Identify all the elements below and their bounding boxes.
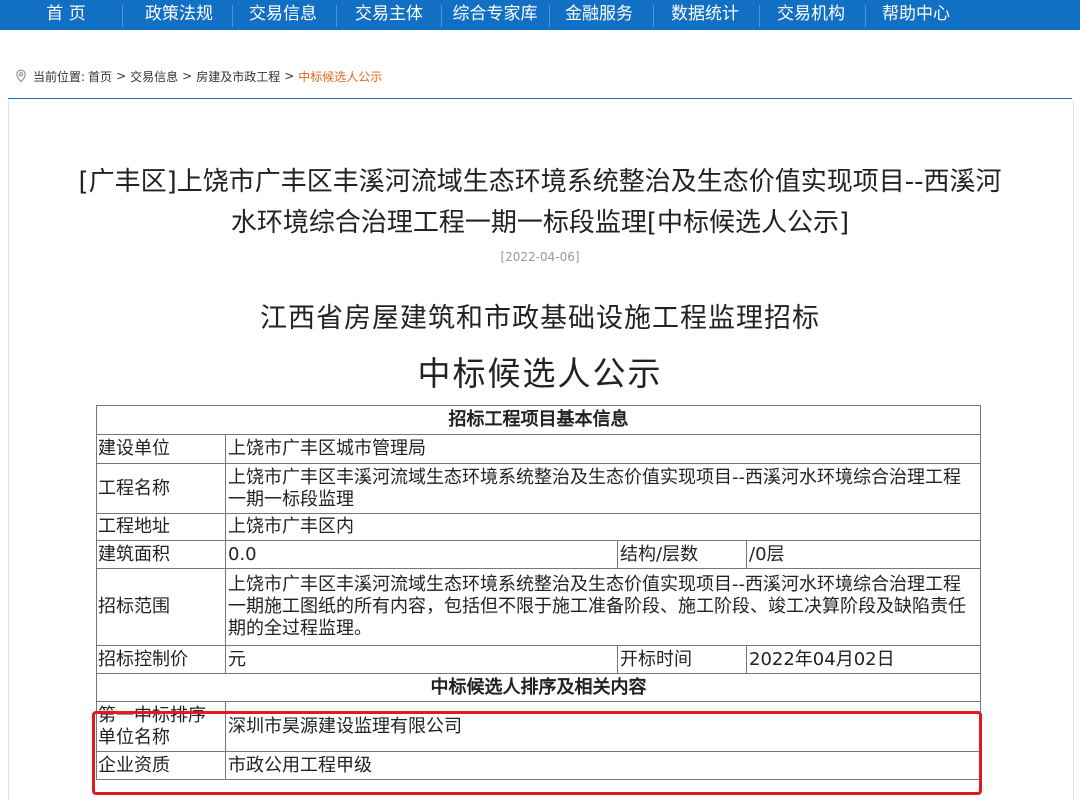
nav-item-trade-info[interactable]: 交易信息 — [240, 0, 326, 30]
nav-item-trade-subject[interactable]: 交易主体 — [346, 0, 432, 30]
breadcrumb: 当前位置: 首页 > 交易信息 > 房建及市政工程 > 中标候选人公示 — [14, 67, 382, 85]
breadcrumb-link-home[interactable]: 首页 — [88, 68, 112, 85]
breadcrumb-prefix: 当前位置: — [33, 69, 86, 84]
notice-heading: 江西省房屋建筑和市政基础设施工程监理招标 — [260, 303, 820, 334]
nav-divider — [759, 5, 760, 27]
table-row: 第一中标排序单位名称 深圳市昊源建设监理有限公司 — [96, 701, 981, 752]
breadcrumb-separator: > — [284, 69, 295, 83]
build-unit-label: 建设单位 — [96, 434, 226, 464]
control-price-label: 招标控制价 — [96, 645, 226, 674]
breadcrumb-link-trade-info[interactable]: 交易信息 — [130, 68, 178, 85]
nav-item-institution[interactable]: 交易机构 — [768, 0, 854, 30]
first-candidate-label: 第一中标排序单位名称 — [96, 701, 226, 752]
building-area-label: 建筑面积 — [96, 540, 226, 569]
control-price-value: 元 — [225, 645, 618, 674]
breadcrumb-separator: > — [182, 69, 193, 83]
section-title-basic-info: 招标工程项目基本信息 — [96, 405, 981, 435]
project-name-value: 上饶市广丰区丰溪河流域生态环境系统整治及生态价值实现项目--西溪河水环境综合治理… — [225, 463, 981, 514]
table-row: 中标候选人排序及相关内容 — [96, 673, 981, 702]
project-info-table: 招标工程项目基本信息 建设单位 上饶市广丰区城市管理局 工程名称 上饶市广丰区丰… — [96, 405, 981, 780]
article-title-line1: [广丰区]上饶市广丰区丰溪河流域生态环境系统整治及生态价值实现项目--西溪河 — [78, 167, 1002, 197]
nav-item-help[interactable]: 帮助中心 — [873, 0, 959, 30]
bid-open-time-value: 2022年04月02日 — [746, 645, 981, 674]
table-row: 建筑面积 0.0 结构/层数 /0层 — [96, 540, 981, 569]
top-nav: 首 页 政策法规 交易信息 交易主体 综合专家库 金融服务 数据统计 交易机构 … — [0, 0, 1080, 30]
qualification-label: 企业资质 — [96, 751, 226, 780]
structure-value: /0层 — [746, 540, 981, 569]
project-address-value: 上饶市广丰区内 — [225, 513, 981, 541]
table-row: 招标工程项目基本信息 — [96, 405, 981, 435]
nav-item-finance[interactable]: 金融服务 — [556, 0, 642, 30]
nav-divider — [232, 5, 233, 27]
breadcrumb-link-construction[interactable]: 房建及市政工程 — [196, 68, 280, 85]
table-row: 工程名称 上饶市广丰区丰溪河流域生态环境系统整治及生态价值实现项目--西溪河水环… — [96, 463, 981, 514]
table-row: 工程地址 上饶市广丰区内 — [96, 513, 981, 541]
nav-divider — [653, 5, 654, 27]
structure-label: 结构/层数 — [617, 540, 747, 569]
nav-item-policy[interactable]: 政策法规 — [136, 0, 222, 30]
first-candidate-value: 深圳市昊源建设监理有限公司 — [225, 701, 981, 752]
nav-divider — [865, 5, 866, 27]
nav-divider — [549, 5, 550, 27]
section-title-candidates: 中标候选人排序及相关内容 — [96, 673, 981, 702]
nav-divider — [441, 5, 442, 27]
breadcrumb-separator: > — [116, 69, 127, 83]
breadcrumb-current[interactable]: 中标候选人公示 — [298, 68, 382, 85]
scope-label: 招标范围 — [96, 568, 226, 646]
building-area-value: 0.0 — [225, 540, 618, 569]
table-row: 建设单位 上饶市广丰区城市管理局 — [96, 434, 981, 464]
publish-date: [2022-04-06] — [500, 250, 580, 264]
table-row: 招标控制价 元 开标时间 2022年04月02日 — [96, 645, 981, 674]
notice-subheading: 中标候选人公示 — [417, 354, 663, 393]
location-pin-icon — [16, 69, 26, 83]
nav-divider — [122, 5, 123, 27]
nav-divider — [336, 5, 337, 27]
project-address-label: 工程地址 — [96, 513, 226, 541]
nav-item-expert-library[interactable]: 综合专家库 — [447, 0, 543, 30]
build-unit-value: 上饶市广丰区城市管理局 — [225, 434, 981, 464]
scope-value: 上饶市广丰区丰溪河流域生态环境系统整治及生态价值实现项目--西溪河水环境综合治理… — [225, 568, 981, 646]
article-title-line2: 水环境综合治理工程一期一标段监理[中标候选人公示] — [230, 208, 850, 238]
bid-open-time-label: 开标时间 — [617, 645, 747, 674]
breadcrumb-divider — [8, 98, 1072, 99]
nav-item-home[interactable]: 首 页 — [28, 0, 104, 30]
table-row: 招标范围 上饶市广丰区丰溪河流域生态环境系统整治及生态价值实现项目--西溪河水环… — [96, 568, 981, 646]
table-row: 企业资质 市政公用工程甲级 — [96, 751, 981, 780]
nav-item-statistics[interactable]: 数据统计 — [662, 0, 748, 30]
project-name-label: 工程名称 — [96, 463, 226, 514]
qualification-value: 市政公用工程甲级 — [225, 751, 981, 780]
